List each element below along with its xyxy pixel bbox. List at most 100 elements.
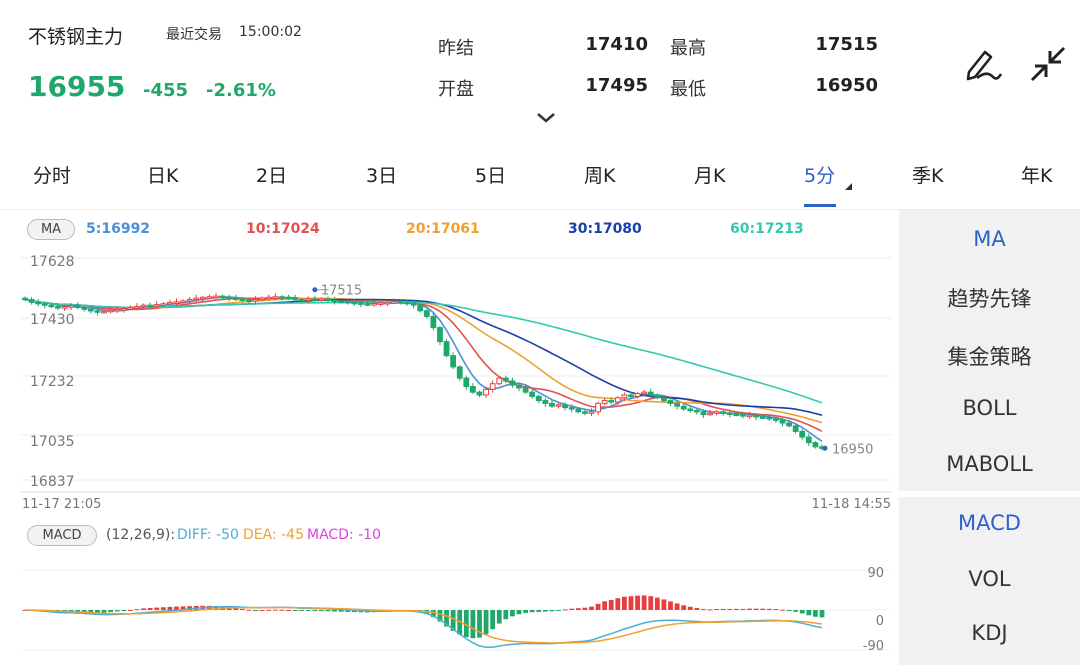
indicator-maboll[interactable]: MABOLL xyxy=(899,452,1080,476)
macd-histogram-bar xyxy=(661,599,667,610)
tab-5min[interactable]: 5分 xyxy=(804,161,835,188)
chevron-down-icon[interactable] xyxy=(536,112,556,124)
macd-histogram-bar xyxy=(299,610,305,611)
last-trade-time: 15:00:02 xyxy=(239,24,302,40)
candle xyxy=(22,297,28,301)
macd-histogram-bar xyxy=(160,607,166,610)
candle xyxy=(759,416,766,419)
candle xyxy=(259,297,266,301)
stat-label-open: 开盘 xyxy=(438,79,474,100)
tab-3day[interactable]: 3日 xyxy=(366,161,397,188)
candle xyxy=(338,300,345,304)
macd-diff: DIFF: -50 xyxy=(177,527,239,543)
macd-histogram-bar xyxy=(246,609,252,611)
macd-histogram-bar xyxy=(582,607,588,610)
candle xyxy=(87,308,94,312)
macd-histogram-bar xyxy=(121,610,127,611)
macd-histogram-bar xyxy=(253,610,258,611)
time-axis-start: 11-17 21:05 xyxy=(22,497,101,512)
macd-histogram-bar xyxy=(727,608,733,610)
indicator-vol[interactable]: VOL xyxy=(899,567,1080,591)
tab-2day[interactable]: 2日 xyxy=(256,161,287,188)
indicator-trend-pioneer[interactable]: 趋势先锋 xyxy=(899,283,1080,313)
price-axis-label: 17430 xyxy=(30,312,75,328)
ma60-line xyxy=(24,298,823,404)
indicator-gold-strategy[interactable]: 集金策略 xyxy=(899,341,1080,371)
collapse-icon[interactable] xyxy=(1028,44,1068,84)
macd-histogram-bar xyxy=(108,610,114,613)
macd-histogram-bar xyxy=(813,610,818,617)
ma20-value: 20:17061 xyxy=(406,221,480,237)
macd-histogram-bar xyxy=(556,610,561,611)
candle xyxy=(740,414,746,417)
indicator-boll[interactable]: BOLL xyxy=(899,396,1080,420)
tab-dropdown-icon[interactable] xyxy=(845,183,852,190)
indicator-kdj[interactable]: KDJ xyxy=(899,621,1080,645)
candle xyxy=(180,300,186,303)
stat-value-low: 16950 xyxy=(815,75,878,96)
macd-histogram-bar xyxy=(628,596,634,610)
macd-histogram-bar xyxy=(510,610,515,617)
macd-histogram-bar xyxy=(483,610,489,635)
main-indicator-panel: MA 趋势先锋 集金策略 BOLL MABOLL xyxy=(899,210,1080,491)
tab-yearly-k[interactable]: 年K xyxy=(1021,161,1052,188)
tab-monthly-k[interactable]: 月K xyxy=(694,161,725,188)
candle xyxy=(94,310,101,313)
candle xyxy=(588,411,595,414)
pencil-icon[interactable] xyxy=(963,44,1003,84)
stat-label-prev-settle: 昨结 xyxy=(438,38,474,59)
tab-5day[interactable]: 5日 xyxy=(475,161,506,188)
macd-badge[interactable]: MACD xyxy=(27,525,97,546)
tab-daily-k[interactable]: 日K xyxy=(147,161,178,188)
kline-chart[interactable]: 17628 17430 17232 17035 16837 11-17 21:05 11-1… xyxy=(0,240,895,515)
candle xyxy=(114,308,121,312)
candle xyxy=(522,387,529,393)
candle xyxy=(641,391,648,395)
macd-histogram-bar xyxy=(766,608,772,610)
macd-histogram-bar xyxy=(562,609,568,611)
candle xyxy=(733,413,740,417)
tab-intraday[interactable]: 分时 xyxy=(33,161,71,188)
candle xyxy=(772,418,779,421)
candle xyxy=(140,304,147,308)
macd-histogram-bar xyxy=(641,595,647,610)
candle xyxy=(397,301,404,304)
indicator-ma[interactable]: MA xyxy=(899,227,1080,251)
candle xyxy=(634,393,641,397)
candle xyxy=(720,411,727,414)
candle xyxy=(581,411,588,414)
macd-histogram-bar xyxy=(470,610,476,639)
ma5-value: 5:16992 xyxy=(86,221,151,237)
candle xyxy=(693,409,700,413)
tab-weekly-k[interactable]: 周K xyxy=(584,161,615,188)
macd-histogram-bar xyxy=(127,609,133,611)
stat-value-high: 17515 xyxy=(815,34,878,55)
candle xyxy=(265,296,272,300)
candle xyxy=(41,303,48,306)
ma-badge[interactable]: MA xyxy=(27,219,75,240)
macd-chart[interactable]: 90 0 -90 xyxy=(0,555,895,665)
candle xyxy=(101,310,107,314)
last-trade-label: 最近交易 xyxy=(166,27,222,43)
candle xyxy=(674,402,680,407)
candle xyxy=(48,304,55,308)
indicator-macd[interactable]: MACD xyxy=(899,511,1080,535)
candle xyxy=(456,366,463,379)
candle xyxy=(502,377,509,382)
stat-value-open: 17495 xyxy=(585,75,648,96)
macd-histogram-bar xyxy=(286,609,291,611)
candle xyxy=(278,296,285,299)
candle xyxy=(232,297,239,301)
macd-axis-label: 0 xyxy=(876,614,884,629)
macd-histogram-bar xyxy=(529,610,535,613)
macd-histogram-bar xyxy=(312,610,318,612)
stat-label-low: 最低 xyxy=(670,79,706,100)
candle xyxy=(199,296,206,300)
candle xyxy=(153,304,160,307)
candle xyxy=(430,315,437,329)
candle xyxy=(443,341,450,357)
candle xyxy=(206,296,213,299)
tab-quarterly-k[interactable]: 季K xyxy=(912,161,943,188)
macd-histogram-bar xyxy=(668,601,673,610)
candle xyxy=(654,394,661,399)
